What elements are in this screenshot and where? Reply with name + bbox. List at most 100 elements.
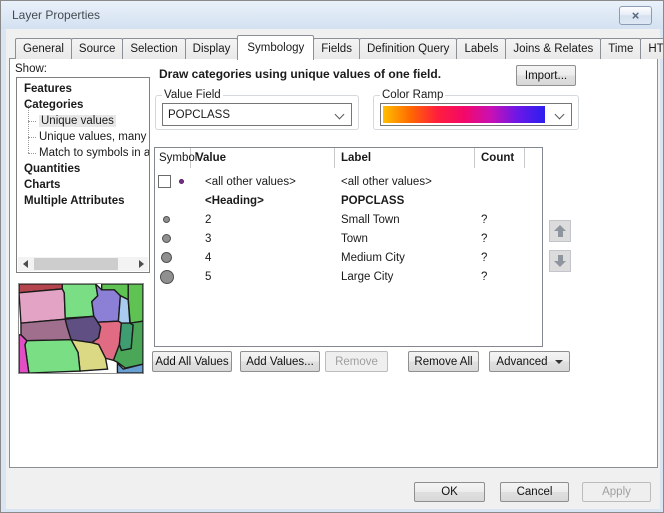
table-row-all-other-values[interactable]: <all other values> <all other values> bbox=[155, 172, 542, 191]
gray-point-icon bbox=[162, 234, 171, 243]
tree-item-label: Unique values, many bbox=[39, 131, 146, 143]
add-all-values-button[interactable]: Add All Values bbox=[152, 351, 232, 372]
cell-value: <all other values> bbox=[191, 176, 335, 188]
cell-count: ? bbox=[475, 252, 525, 264]
tab-fields[interactable]: Fields bbox=[313, 38, 360, 59]
color-ramp-gradient bbox=[383, 106, 545, 123]
color-ramp-dropdown[interactable] bbox=[380, 103, 572, 126]
value-field-dropdown[interactable]: POPCLASS bbox=[162, 103, 352, 126]
show-tree-item-categories[interactable]: Categories bbox=[17, 97, 149, 113]
cell-label: Large City bbox=[335, 271, 475, 283]
scrollbar-thumb[interactable] bbox=[34, 258, 118, 270]
tab-source[interactable]: Source bbox=[71, 38, 123, 59]
show-tree-item-charts[interactable]: Charts bbox=[17, 177, 149, 193]
table-row-town[interactable]: 3 Town ? bbox=[155, 229, 542, 248]
col-header-symbol[interactable]: Symbol bbox=[155, 148, 191, 168]
tree-item-label: Charts bbox=[24, 179, 60, 191]
move-down-button[interactable] bbox=[549, 250, 571, 272]
cell-label: POPCLASS bbox=[335, 195, 475, 207]
tab-html-popup[interactable]: HTML Popup bbox=[640, 38, 664, 59]
gray-point-icon bbox=[160, 270, 174, 284]
arrow-up-icon bbox=[554, 225, 566, 237]
symbology-tab-page: Show: Features Categories Unique values … bbox=[9, 58, 658, 468]
table-row-heading[interactable]: <Heading> POPCLASS bbox=[155, 191, 542, 210]
value-field-group-label: Value Field bbox=[162, 89, 223, 101]
cell-label: Medium City bbox=[335, 252, 475, 264]
show-tree-list: Features Categories Unique values Unique… bbox=[16, 77, 150, 273]
ok-button[interactable]: OK bbox=[414, 482, 485, 502]
table-row-medium-city[interactable]: 4 Medium City ? bbox=[155, 248, 542, 267]
show-tree-item-multiple-attributes[interactable]: Multiple Attributes bbox=[17, 193, 149, 209]
tab-general[interactable]: General bbox=[15, 38, 72, 59]
remove-button[interactable]: Remove bbox=[325, 351, 388, 372]
map-region-state-darkpurple-ia bbox=[65, 316, 100, 342]
arrow-down-icon bbox=[554, 255, 566, 267]
cell-value: 2 bbox=[191, 214, 335, 226]
apply-button[interactable]: Apply bbox=[582, 482, 651, 502]
table-row-small-town[interactable]: 2 Small Town ? bbox=[155, 210, 542, 229]
move-up-button[interactable] bbox=[549, 220, 571, 242]
chevron-down-icon bbox=[555, 110, 565, 120]
map-preview-svg bbox=[19, 284, 143, 373]
show-tree-item-unique-values-many[interactable]: Unique values, many bbox=[17, 129, 149, 145]
tab-definition-query[interactable]: Definition Query bbox=[359, 38, 457, 59]
show-tree-item-quantities[interactable]: Quantities bbox=[17, 161, 149, 177]
cell-label: <all other values> bbox=[335, 176, 475, 188]
color-ramp-group-label: Color Ramp bbox=[380, 89, 445, 101]
tree-item-label: Multiple Attributes bbox=[24, 195, 125, 207]
gray-point-icon bbox=[161, 252, 172, 263]
cell-label: Town bbox=[335, 233, 475, 245]
tree-item-label: Match to symbols in a bbox=[39, 147, 150, 159]
col-header-label[interactable]: Label bbox=[335, 148, 475, 168]
window-title: Layer Properties bbox=[12, 8, 100, 22]
tab-labels[interactable]: Labels bbox=[456, 38, 506, 59]
dropdown-caret-icon bbox=[555, 360, 563, 364]
remove-all-button[interactable]: Remove All bbox=[408, 351, 479, 372]
import-button[interactable]: Import... bbox=[516, 65, 576, 86]
cell-count: ? bbox=[475, 233, 525, 245]
tree-item-label: Features bbox=[24, 83, 72, 95]
scroll-right-icon[interactable] bbox=[134, 257, 148, 271]
col-header-count[interactable]: Count bbox=[475, 148, 525, 168]
cell-value: 5 bbox=[191, 271, 335, 283]
close-icon: × bbox=[632, 9, 640, 22]
method-description: Draw categories using unique values of o… bbox=[159, 67, 441, 81]
tree-item-label: Categories bbox=[24, 99, 83, 111]
title-bar[interactable]: Layer Properties × bbox=[1, 1, 663, 29]
map-region-state-green-ks bbox=[25, 340, 80, 373]
cell-label: Small Town bbox=[335, 214, 475, 226]
tab-strip: General Source Selection Display Symbolo… bbox=[15, 34, 664, 59]
close-button[interactable]: × bbox=[619, 6, 652, 25]
advanced-button-label: Advanced bbox=[496, 356, 547, 368]
tab-time[interactable]: Time bbox=[600, 38, 641, 59]
map-region-state-green-mi bbox=[128, 284, 143, 323]
tab-selection[interactable]: Selection bbox=[122, 38, 185, 59]
map-region-state-mauve-ne bbox=[21, 319, 71, 341]
show-tree-item-features[interactable]: Features bbox=[17, 81, 149, 97]
chevron-down-icon bbox=[335, 110, 345, 120]
map-region-state-pink bbox=[19, 289, 65, 323]
show-tree-item-match-to-symbols[interactable]: Match to symbols in a bbox=[17, 145, 149, 161]
cell-count: ? bbox=[475, 271, 525, 283]
tab-joins-relates[interactable]: Joins & Relates bbox=[505, 38, 601, 59]
cell-value: 3 bbox=[191, 233, 335, 245]
scroll-left-icon[interactable] bbox=[18, 257, 32, 271]
add-values-button[interactable]: Add Values... bbox=[240, 351, 320, 372]
cancel-button[interactable]: Cancel bbox=[500, 482, 569, 502]
all-other-values-checkbox[interactable] bbox=[158, 175, 171, 188]
map-preview bbox=[18, 283, 144, 374]
cell-count: ? bbox=[475, 214, 525, 226]
tab-symbology[interactable]: Symbology bbox=[237, 35, 314, 60]
show-tree-item-unique-values[interactable]: Unique values bbox=[17, 113, 149, 129]
cell-value: 4 bbox=[191, 252, 335, 264]
table-header-row: Symbol Value Label Count bbox=[155, 148, 542, 168]
table-row-large-city[interactable]: 5 Large City ? bbox=[155, 267, 542, 286]
col-header-value[interactable]: Value bbox=[191, 148, 335, 168]
tab-display[interactable]: Display bbox=[185, 38, 239, 59]
value-field-group: Value Field POPCLASS bbox=[155, 89, 359, 130]
tree-horizontal-scrollbar[interactable] bbox=[18, 257, 148, 271]
cell-value: <Heading> bbox=[191, 195, 335, 207]
value-field-selected-value: POPCLASS bbox=[168, 109, 230, 121]
unique-values-table: Symbol Value Label Count <all other valu… bbox=[154, 147, 543, 347]
advanced-button[interactable]: Advanced bbox=[489, 351, 570, 372]
